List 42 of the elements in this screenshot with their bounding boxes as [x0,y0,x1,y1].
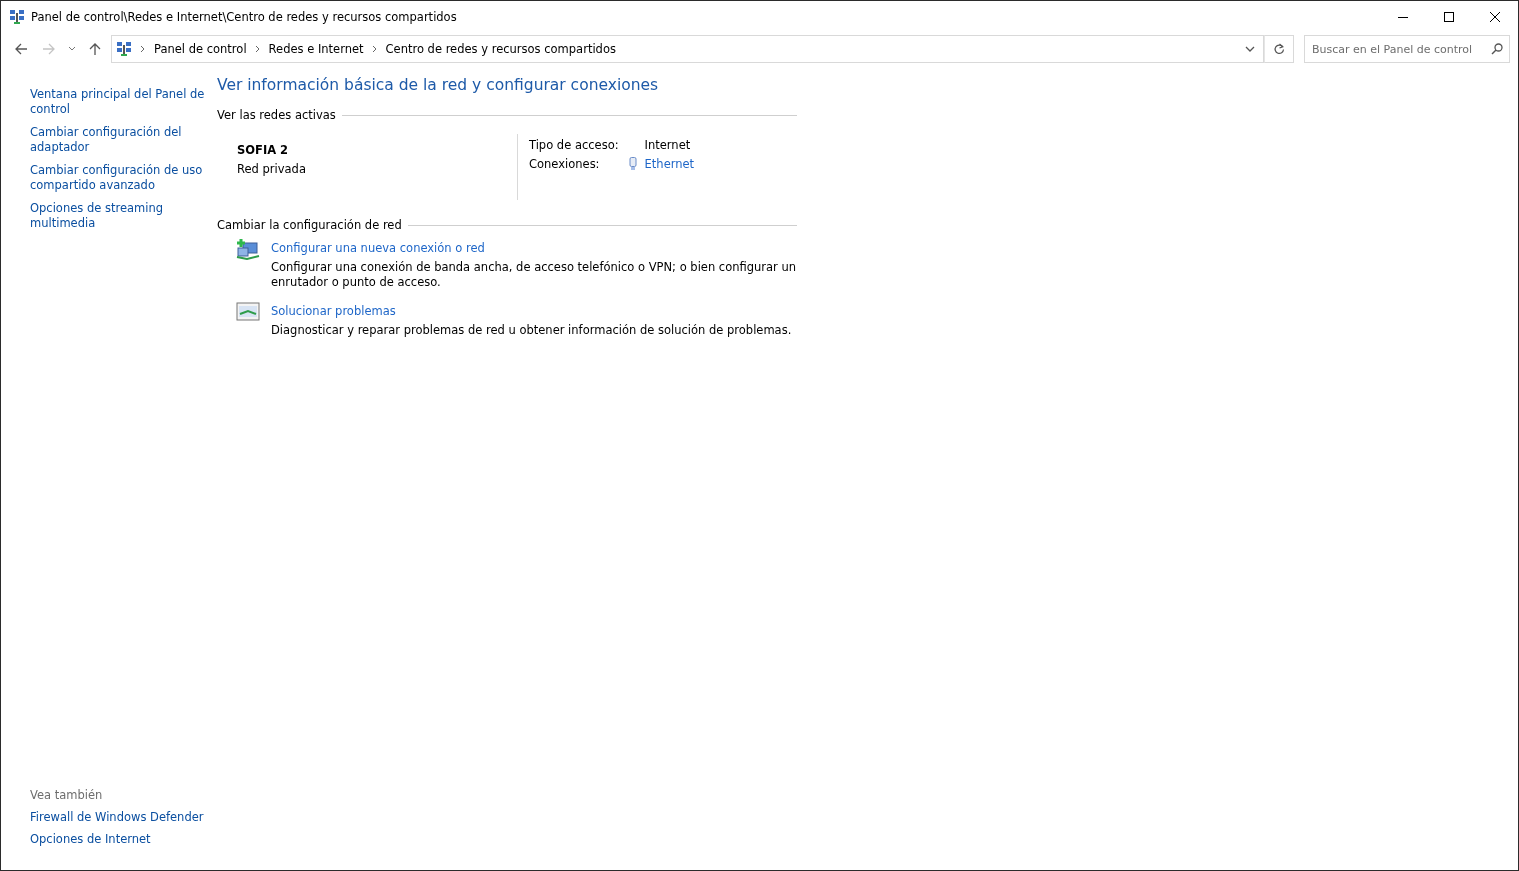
refresh-icon[interactable] [1273,43,1285,55]
sidebar-link[interactable]: Opciones de streaming multimedia [30,201,216,231]
dropdown-caret-icon[interactable] [68,46,76,52]
refresh-button[interactable] [1264,35,1294,63]
breadcrumb[interactable]: Centro de redes y recursos compartidos [385,42,616,56]
chevron-icon [254,45,261,53]
network-type: Red privada [237,162,307,176]
network-icon [9,8,25,25]
close-icon[interactable] [1490,11,1500,22]
monitor-icon [236,301,260,323]
sidebar-link[interactable]: Firewall de Windows Defender [30,810,216,824]
breadcrumb[interactable]: Redes e Internet [268,42,364,56]
back-arrow-icon[interactable] [14,43,28,55]
sidebar-link[interactable]: Cambiar configuración de uso compartido avanzado [30,163,216,193]
connection-link[interactable]: Ethernet [644,157,695,171]
task-description: Configurar una conexión de banda ancha, de acceso telefónico o VPN; o bien configurar un enrutador o punto de acceso. [271,260,797,290]
sidebar-link[interactable]: Opciones de Internet [30,832,216,846]
section-label: Vea también [30,788,104,802]
network-name: SOFIA 2 [237,143,290,157]
task-link[interactable]: Solucionar problemas [271,304,797,318]
task-description: Diagnosticar y reparar problemas de red u obtener información de solución de problemas. [271,323,793,338]
task-link[interactable]: Configurar una nueva conexión o red [271,241,797,255]
maximize-icon[interactable] [1444,11,1454,22]
section-title: Ver las redes activas [217,108,336,122]
field-value: Internet [643,138,692,152]
address-bar[interactable]: Panel de control Redes e Internet Centro de redes y recursos compartidos [111,35,1264,63]
chevron-icon [140,45,146,53]
field-label: Conexiones: [529,157,601,171]
ethernet-plug-icon [628,157,637,171]
search-field[interactable]: Buscar en el Panel de control [1304,35,1510,63]
sidebar-link[interactable]: Cambiar configuración del adaptador [30,125,216,155]
network-icon [116,41,132,57]
up-arrow-icon[interactable] [89,42,101,56]
window-title: Panel de control\Redes e Internet\Centro de redes y recursos compartidos [31,9,457,24]
network-computers-icon [236,238,260,260]
search-icon [1491,43,1503,55]
field-label: Tipo de acceso: [529,138,619,152]
page-heading: Ver información básica de la red y configurar conexiones [217,76,660,94]
section-title: Cambiar la configuración de red [217,218,402,232]
sidebar-link[interactable]: Ventana principal del Panel de control [30,87,216,117]
breadcrumb[interactable]: Panel de control [154,42,247,56]
chevron-icon [371,45,378,53]
